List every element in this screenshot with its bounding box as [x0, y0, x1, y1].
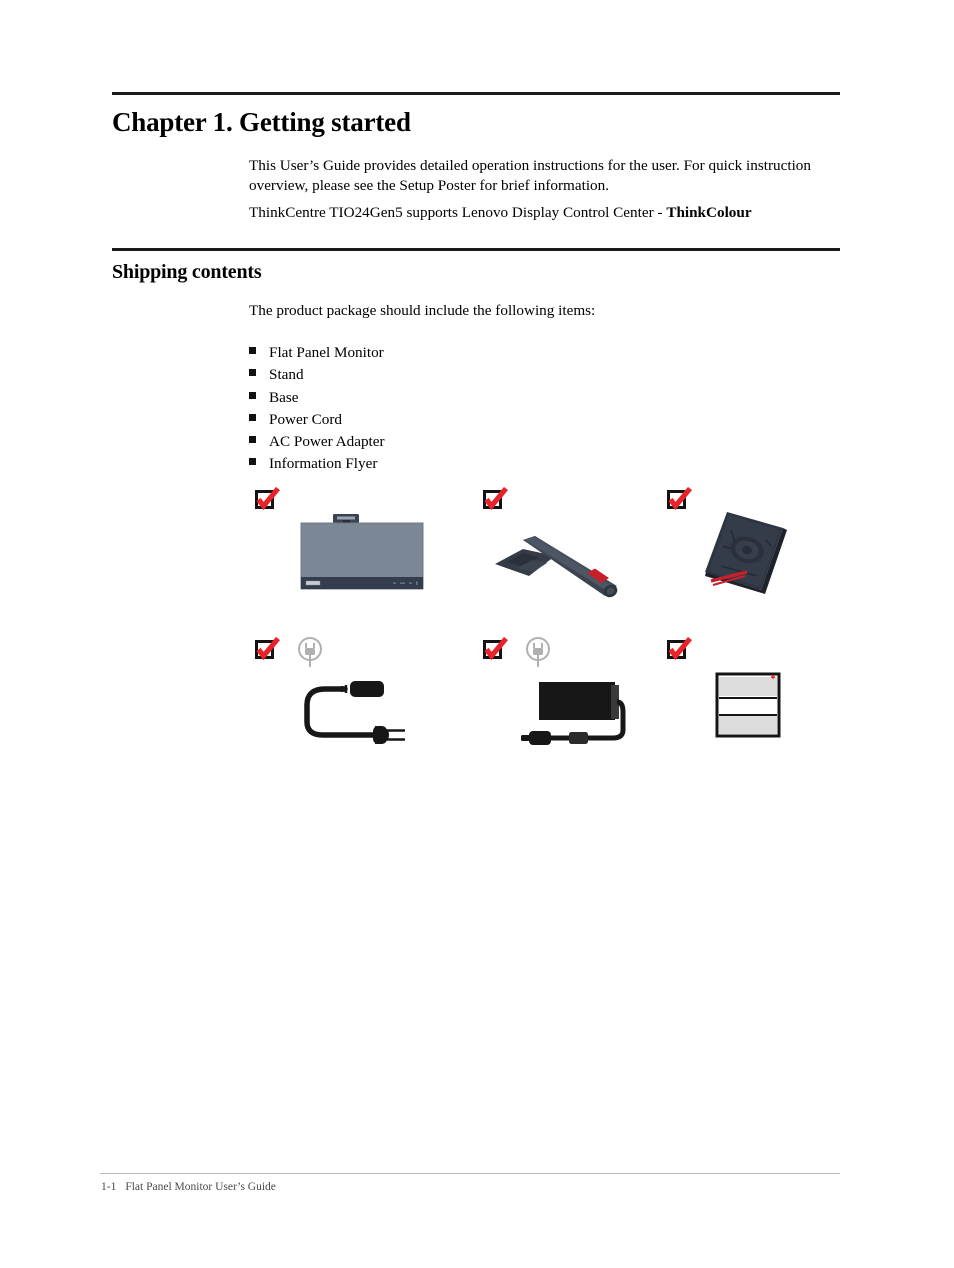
list-item: Power Cord	[249, 411, 649, 433]
illustration-row-1	[249, 484, 849, 614]
list-item: Base	[249, 389, 649, 411]
illustration-row-2	[249, 634, 849, 764]
list-item-label: Power Cord	[269, 410, 342, 428]
square-bullet-icon	[249, 413, 269, 423]
stand-artwork	[477, 506, 667, 614]
document-page: Chapter 1. Getting started This User’s G…	[0, 0, 954, 1268]
shipping-contents-illustrations	[249, 484, 849, 745]
illustration-flat-panel-monitor	[249, 484, 439, 614]
illustration-stand	[477, 484, 667, 614]
footer-label: Flat Panel Monitor User’s Guide	[125, 1181, 276, 1193]
list-item: Information Flyer	[249, 455, 649, 477]
base-artwork	[661, 506, 851, 614]
footer-page-number: 1-1	[101, 1181, 117, 1193]
list-item: Stand	[249, 366, 649, 388]
package-paragraph: The product package should include the f…	[249, 302, 596, 319]
section-title: Shipping contents	[112, 261, 262, 283]
list-item-label: Information Flyer	[269, 455, 378, 473]
footer-divider-rule	[100, 1173, 840, 1174]
thinkcolour-bold-text: ThinkColour	[666, 204, 752, 221]
shipping-contents-list: Flat Panel Monitor Stand Base Power Cord…	[249, 344, 649, 478]
square-bullet-icon	[249, 391, 269, 401]
information-flyer-artwork	[661, 656, 851, 764]
top-divider-rule	[112, 92, 840, 95]
power-cord-artwork	[249, 656, 439, 764]
illustration-information-flyer	[661, 634, 851, 764]
square-bullet-icon	[249, 347, 269, 356]
chapter-title: Chapter 1. Getting started	[112, 107, 411, 137]
thinkcolour-lead-text: ThinkCentre TIO24Gen5 supports Lenovo Di…	[249, 204, 667, 221]
illustration-base	[661, 484, 851, 614]
list-item: Flat Panel Monitor	[249, 344, 649, 366]
illustration-power-cord	[249, 634, 439, 764]
illustration-ac-power-adapter	[477, 634, 667, 764]
list-item-label: Stand	[269, 366, 304, 384]
square-bullet-icon	[249, 369, 269, 378]
intro-paragraph: This User’s Guide provides detailed oper…	[249, 157, 811, 194]
thinkcolour-paragraph: ThinkCentre TIO24Gen5 supports Lenovo Di…	[249, 203, 849, 223]
list-item-label: Base	[269, 388, 299, 406]
page-footer: 1-1 Flat Panel Monitor User’s Guide	[101, 1181, 276, 1193]
list-item: AC Power Adapter	[249, 433, 649, 455]
list-item-label: AC Power Adapter	[269, 433, 385, 451]
monitor-artwork	[249, 506, 439, 614]
square-bullet-icon	[249, 436, 269, 445]
ac-adapter-artwork	[477, 656, 667, 764]
section-divider-rule	[112, 248, 840, 251]
list-item-label: Flat Panel Monitor	[269, 344, 384, 361]
square-bullet-icon	[249, 458, 269, 467]
